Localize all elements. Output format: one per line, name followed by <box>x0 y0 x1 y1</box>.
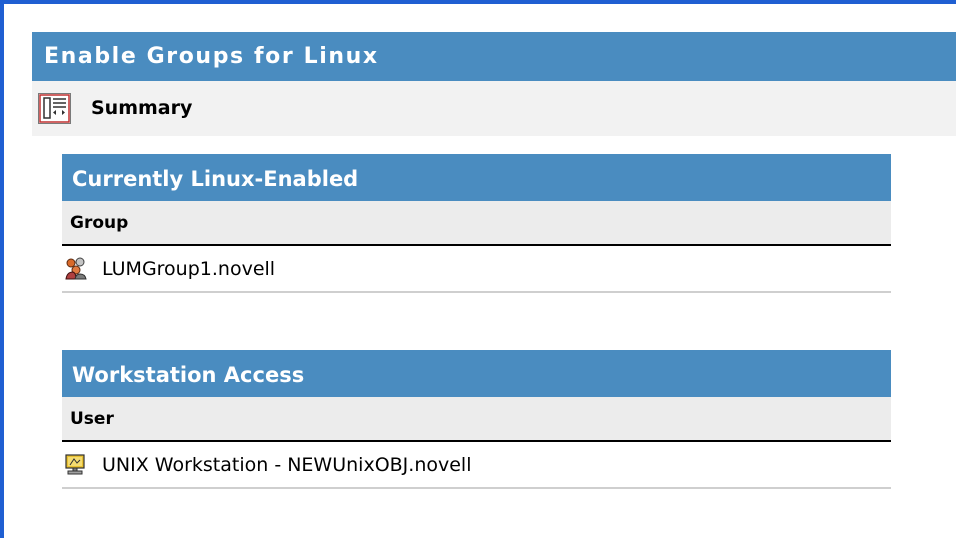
summary-label: Summary <box>91 97 193 119</box>
section-header-workstation-access: Workstation Access <box>62 350 891 397</box>
workstation-name: UNIX Workstation - NEWUnixOBJ.novell <box>102 454 472 476</box>
window-frame-left <box>0 0 4 538</box>
window-frame-top <box>0 0 956 4</box>
section-header-linux-enabled: Currently Linux-Enabled <box>62 154 891 201</box>
linux-enabled-section: Currently Linux-Enabled Group LUMGroup1.… <box>62 154 891 293</box>
group-name: LUMGroup1.novell <box>102 258 276 280</box>
column-header-group: Group <box>62 201 891 246</box>
column-header-user: User <box>62 397 891 442</box>
summary-bar: Summary <box>32 81 956 136</box>
table-row[interactable]: UNIX Workstation - NEWUnixOBJ.novell <box>62 442 891 489</box>
page-title: Enable Groups for Linux <box>32 32 956 81</box>
group-icon <box>64 257 88 281</box>
workstation-icon <box>64 453 88 477</box>
summary-icon <box>38 93 71 124</box>
workstation-access-section: Workstation Access User UNIX Workstation… <box>62 350 891 489</box>
table-row[interactable]: LUMGroup1.novell <box>62 246 891 293</box>
